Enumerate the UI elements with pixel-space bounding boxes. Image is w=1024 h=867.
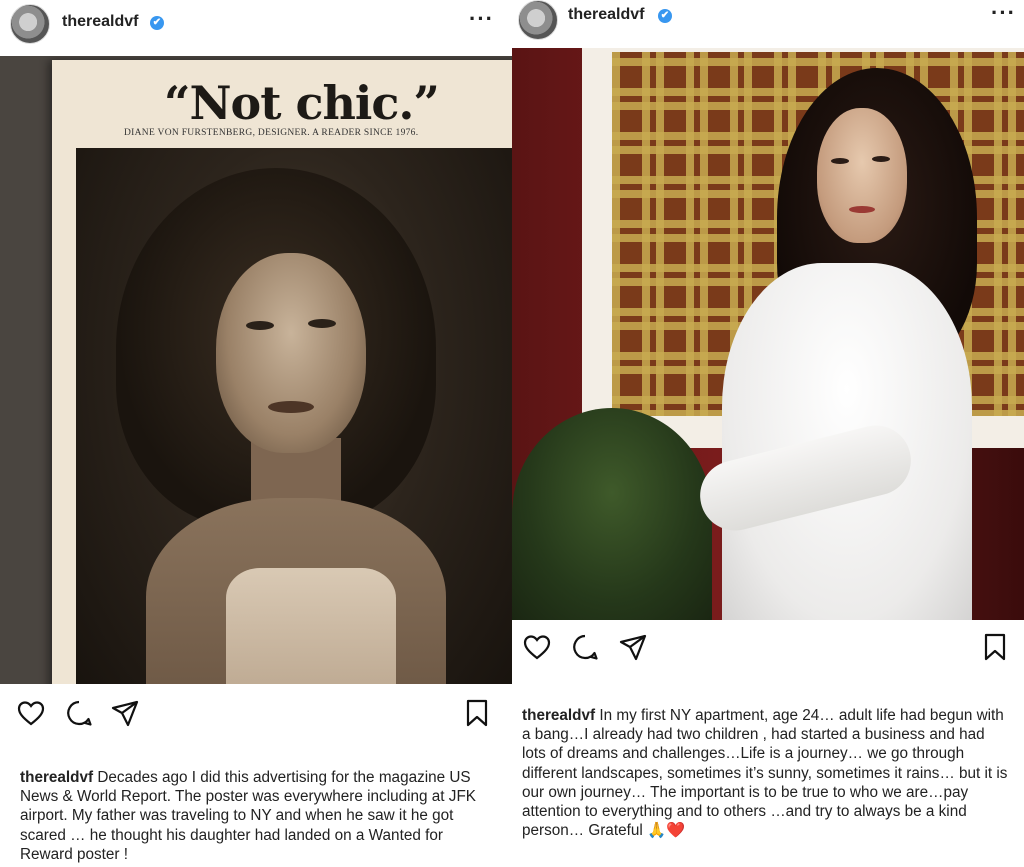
username[interactable]: therealdvf — [568, 6, 644, 24]
verified-badge-icon: ✔ — [658, 9, 672, 23]
post-header: therealdvf ✔ ··· — [512, 0, 1024, 48]
avatar[interactable] — [10, 4, 50, 44]
post-photo[interactable] — [512, 48, 1024, 620]
subject-eye — [831, 158, 849, 164]
post-caption: therealdvf Decades ago I did this advert… — [20, 768, 494, 864]
action-bar — [0, 698, 512, 732]
subject-eye — [872, 156, 890, 162]
post-photo[interactable]: “Not chic.” DIANE VON FURSTENBERG, DESIG… — [0, 56, 512, 684]
portrait-garment — [226, 568, 396, 684]
post-right: therealdvf ✔ ··· therealdvf In my first … — [512, 0, 1024, 867]
caption-username[interactable]: therealdvf — [20, 769, 93, 786]
portrait-eye — [246, 321, 274, 330]
caption-username[interactable]: therealdvf — [522, 707, 595, 724]
username[interactable]: therealdvf — [62, 13, 138, 31]
share-icon[interactable] — [618, 632, 648, 662]
magazine-page: “Not chic.” DIANE VON FURSTENBERG, DESIG… — [52, 60, 512, 684]
ad-headline: “Not chic.” — [164, 76, 440, 130]
more-options-icon[interactable]: ··· — [469, 6, 494, 32]
post-caption: therealdvf In my first NY apartment, age… — [522, 706, 1012, 840]
bookmark-icon[interactable] — [982, 632, 1008, 662]
post-header: therealdvf ✔ ··· — [0, 0, 512, 48]
comment-icon[interactable] — [64, 698, 94, 728]
subject-face — [817, 108, 907, 243]
post-left: therealdvf ✔ ··· “Not chic.” DIANE VON F… — [0, 0, 512, 867]
comment-icon[interactable] — [570, 632, 600, 662]
portrait-lips — [268, 401, 314, 413]
verified-badge-icon: ✔ — [150, 16, 164, 30]
portrait-face — [216, 253, 366, 453]
folded-hands-emoji: 🙏 — [646, 822, 667, 840]
bookmark-icon[interactable] — [464, 698, 490, 728]
more-options-icon[interactable]: ··· — [991, 0, 1016, 26]
share-icon[interactable] — [110, 698, 140, 728]
subject-lips — [849, 206, 875, 213]
avatar[interactable] — [518, 0, 558, 40]
heart-icon[interactable] — [16, 698, 46, 728]
caption-text: In my first NY apartment, age 24… adult … — [522, 707, 1008, 840]
red-heart-emoji: ❤️ — [666, 822, 686, 840]
portrait-eye — [308, 319, 336, 328]
heart-icon[interactable] — [522, 632, 552, 662]
ad-subline: DIANE VON FURSTENBERG, DESIGNER. A READE… — [124, 128, 419, 138]
ad-portrait — [76, 148, 512, 684]
plant — [512, 408, 712, 620]
action-bar — [512, 632, 1024, 666]
